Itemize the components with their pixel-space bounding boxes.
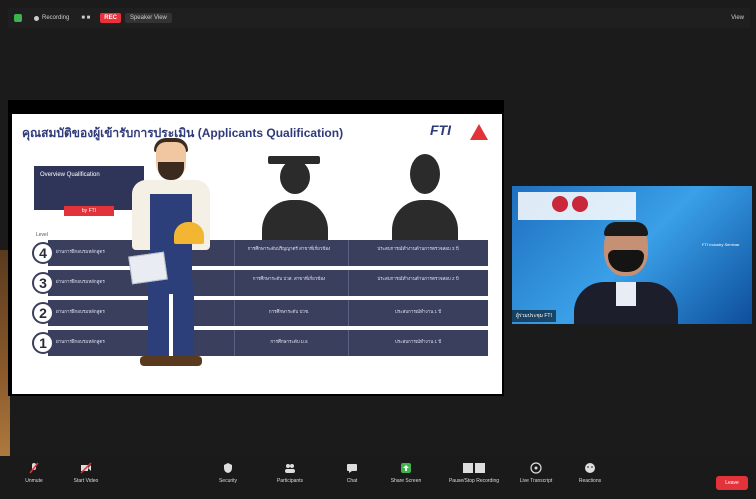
- level-badge: 2: [32, 302, 54, 324]
- column-divider: [348, 240, 349, 266]
- table-row: ผ่านการฝึกอบรมหลักสูตร การศึกษาระดับปริญ…: [48, 240, 488, 266]
- level-badge: 1: [32, 332, 54, 354]
- speaker-view-button[interactable]: Speaker View: [124, 13, 172, 23]
- qualification-box-text: Overview Qualification: [40, 172, 100, 178]
- shared-screen: คุณสมบัติของผู้เข้ารับการประเมิน (Applic…: [8, 100, 504, 396]
- reactions-icon: [585, 463, 595, 473]
- participants-icon: [285, 464, 295, 473]
- leave-button[interactable]: Leave: [716, 476, 748, 490]
- level-badge: 4: [32, 242, 54, 264]
- unmute-label: Unmute: [25, 478, 43, 484]
- fti-triangle-icon: [470, 124, 488, 140]
- security-shield-icon[interactable]: [14, 14, 22, 22]
- security-label: Security: [218, 478, 238, 484]
- hard-hat-icon: [174, 222, 204, 244]
- column-divider: [234, 300, 235, 326]
- reactions-label: Reactions: [578, 478, 602, 484]
- qualification-tag: by FTI: [64, 206, 114, 216]
- recording-label: Recording: [42, 15, 70, 21]
- column-divider: [234, 240, 235, 266]
- recording-dot-icon: [34, 15, 39, 21]
- row-col3: ประสบการณ์ทำงาน 1 ปี: [394, 339, 442, 344]
- table-row: ผ่านการฝึกอบรมหลักสูตร การศึกษาระดับ ม.6…: [48, 330, 488, 356]
- column-divider: [234, 330, 235, 356]
- participants-button[interactable]: Participants: [268, 462, 312, 484]
- row-col1: ผ่านการฝึกอบรมหลักสูตร: [56, 249, 105, 254]
- level-badge: 3: [32, 272, 54, 294]
- meeting-toolbar: Unmute Start Video Security Participants…: [0, 456, 756, 499]
- column-divider: [348, 330, 349, 356]
- participants-label: Participants: [276, 478, 304, 484]
- row-col3: ประสบการณ์ทำงานด้านการตรวจสอบ 3 ปี: [377, 246, 459, 251]
- start-video-button[interactable]: Start Video: [64, 462, 108, 484]
- row-col1: ผ่านการฝึกอบรมหลักสูตร: [56, 339, 105, 344]
- chat-icon: [347, 464, 357, 473]
- share-icon: [401, 463, 411, 473]
- row-col2: การศึกษาระดับ ม.6: [270, 339, 308, 344]
- row-col1: ผ่านการฝึกอบรมหลักสูตร: [56, 309, 105, 314]
- row-col3: ประสบการณ์ทำงานด้านการตรวจสอบ 2 ปี: [377, 276, 459, 281]
- chat-button[interactable]: Chat: [330, 462, 374, 484]
- unmute-button[interactable]: Unmute: [12, 462, 56, 484]
- participant-hair: [604, 222, 648, 236]
- start-video-label: Start Video: [73, 478, 99, 484]
- emblem-icon: [552, 196, 568, 212]
- security-button[interactable]: Security: [206, 462, 250, 484]
- shield-icon: [224, 463, 232, 473]
- level-label: Level: [36, 232, 48, 238]
- chat-label: Chat: [346, 478, 358, 484]
- table-row: ผ่านการฝึกอบรมหลักสูตร การศึกษาระดับ ปวส…: [48, 270, 488, 296]
- reactions-button[interactable]: Reactions: [568, 462, 612, 484]
- live-transcript-label: Live Transcript: [519, 478, 553, 484]
- presentation-slide: คุณสมบัติของผู้เข้ารับการประเมิน (Applic…: [12, 114, 502, 394]
- meeting-top-bar: Recording ■ ■ REC Speaker View View: [8, 8, 750, 28]
- column-divider: [234, 270, 235, 296]
- share-screen-button[interactable]: Share Screen: [384, 462, 428, 484]
- zoom-window: Recording ■ ■ REC Speaker View View คุณส…: [0, 0, 756, 499]
- row-col2: การศึกษาระดับ ปวช.: [268, 309, 310, 314]
- record-icon: [463, 463, 485, 473]
- table-row: ผ่านการฝึกอบรมหลักสูตร การศึกษาระดับ ปวช…: [48, 300, 488, 326]
- row-col2: การศึกษาระดับ ปวส. สาขาที่เกี่ยวข้อง: [252, 276, 326, 281]
- cc-icon: [530, 462, 542, 474]
- share-screen-label: Share Screen: [390, 478, 422, 484]
- qualification-box: Overview Qualification: [34, 166, 144, 210]
- recording-button[interactable]: Pause/Stop Recording: [444, 462, 504, 484]
- row-col2: การศึกษาระดับปริญญาตรี สาขาที่เกี่ยวข้อง: [247, 246, 331, 251]
- video-icon: [80, 462, 92, 474]
- row-col3: ประสบการณ์ทำงาน 1 ปี: [394, 309, 442, 314]
- column-divider: [348, 300, 349, 326]
- participant-name-label: ผู้ร่วมประชุม FTI: [512, 310, 556, 322]
- row-col1: ผ่านการฝึกอบรมหลักสูตร: [56, 279, 105, 284]
- mic-icon: [29, 462, 39, 474]
- recording-indicator[interactable]: Recording: [34, 15, 69, 21]
- participant-collar: [616, 282, 636, 306]
- emblem-icon: [572, 196, 588, 212]
- column-divider: [348, 270, 349, 296]
- view-button[interactable]: View: [731, 15, 744, 21]
- live-transcript-button[interactable]: Live Transcript: [514, 462, 558, 484]
- fti-logo: FTI: [430, 122, 451, 138]
- recording-button-label: Pause/Stop Recording: [448, 478, 500, 484]
- participant-video-tile[interactable]: FTI Industry Seminar ผู้ร่วมประชุม FTI: [512, 186, 752, 324]
- rec-badge: REC: [100, 13, 121, 23]
- background-text: FTI Industry Seminar: [702, 242, 740, 247]
- blueprint-icon: [128, 251, 168, 285]
- pause-stop-icons[interactable]: ■ ■: [81, 15, 90, 21]
